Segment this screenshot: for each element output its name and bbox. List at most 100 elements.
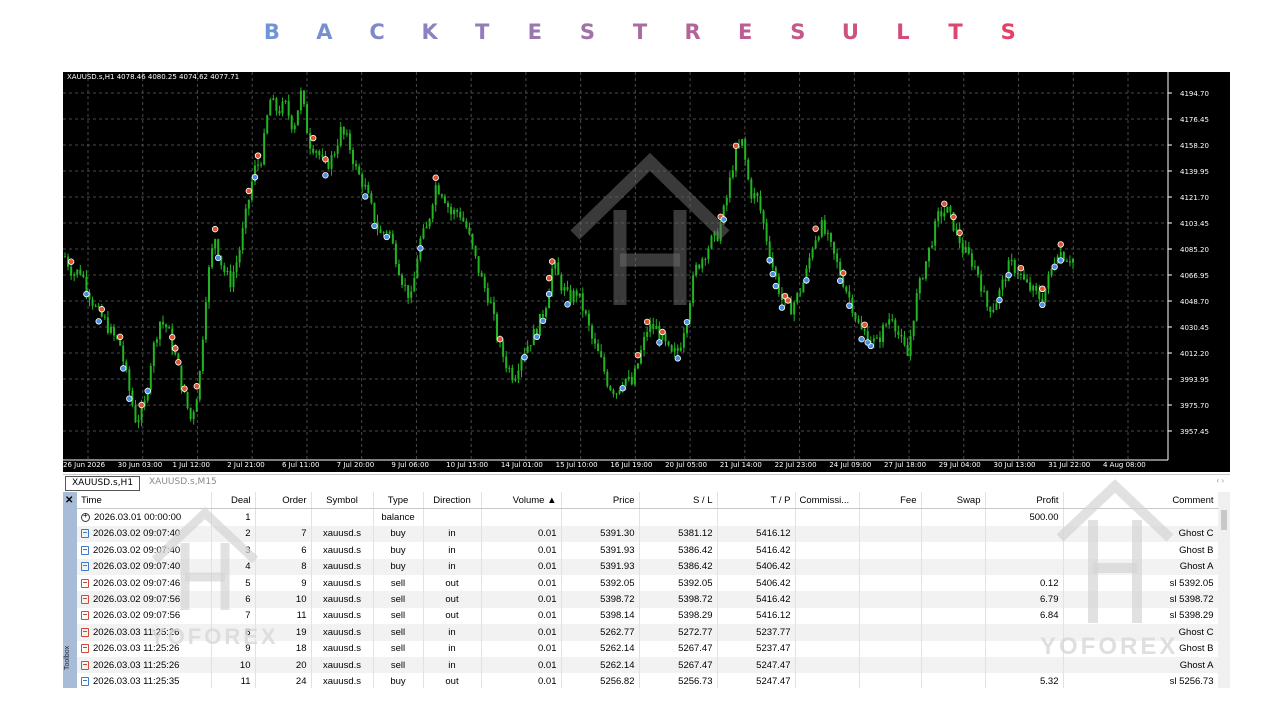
cell-tp: 5416.12 [717,607,796,625]
table-row[interactable]: 2026.03.03 11:25:26 10 20 xauusd.s sell in 0.0… [77,656,1219,674]
cell-fee [859,558,922,575]
candle-body [572,290,575,303]
column-header[interactable]: Time [77,492,212,510]
buy-marker [521,353,528,361]
table-header-row: Time Deal Order Symbol Type Direction Volume ▲… [77,492,1219,510]
cell-commission [795,558,860,575]
table-row[interactable]: 2026.03.02 09:07:40 4 8 xauusd.s buy in 0.01 53… [77,558,1219,575]
sell-marker [1057,241,1064,248]
cell-tp: 5406.42 [717,574,796,592]
candle-body [676,348,679,351]
table-row[interactable]: 2026.03.02 09:07:46 5 9 xauusd.s sell out 0.01… [77,574,1219,592]
sell-marker [116,333,124,341]
cell-order: 8 [255,558,312,575]
sell-marker [840,269,847,277]
cell-fee [859,673,922,688]
column-header[interactable]: Commissi... [795,492,860,510]
cell-price: 5391.30 [561,525,640,543]
candle-body [636,363,639,369]
cell-symbol: xauusd.s [311,525,374,543]
candle-body [428,218,431,227]
cell-comment [1063,508,1219,526]
sell-marker [941,200,948,207]
sell-marker [181,385,188,392]
candle-body [701,258,704,269]
price-axis-label: 4066.95 [1180,272,1209,280]
table-row[interactable]: 2026.03.02 09:07:40 3 6 xauusd.s buy in 0.01 53… [77,542,1219,559]
column-header[interactable]: Direction [423,492,482,510]
cell-type: buy [373,525,424,543]
table-row[interactable]: 2026.03.03 11:25:35 11 24 xauusd.s buy out 0.0… [77,673,1219,688]
column-header[interactable]: S / L [639,492,718,510]
candle-body [416,259,419,279]
column-header[interactable]: Comment [1063,492,1219,510]
cell-swap [921,508,986,526]
column-header[interactable]: Symbol [311,492,374,510]
scrollbar-thumb[interactable] [1221,510,1227,530]
candle-body [630,376,633,385]
price-axis-label: 3975.70 [1180,402,1209,410]
candle-body [970,253,973,267]
cell-sl: 5398.72 [639,591,718,608]
table-row[interactable]: 2026.03.03 11:25:26 8 19 xauusd.s sell in 0.01… [77,624,1219,641]
table-row[interactable]: 2026.03.01 00:00:001 balance 500.00 [77,508,1219,526]
candle-body [664,333,667,342]
candle-body [315,151,318,153]
candle-body [1010,260,1013,262]
buy-marker [144,387,151,395]
candle-body [811,248,814,258]
candle-body [468,227,471,235]
cell-profit: 0.12 [985,574,1064,592]
candle-body [906,344,909,356]
chart-canvas[interactable]: 4194.70 4176.45 4158.20 4139.95 4121.70 4103.… [63,72,1230,472]
price-chart[interactable]: 4194.70 4176.45 4158.20 4139.95 4121.70 4103.… [63,72,1230,472]
tab-xauusd-h1[interactable]: XAUUSD.s,H1 [65,476,141,491]
candle-body [826,233,829,235]
candle-body [382,232,385,234]
cell-symbol: xauusd.s [311,607,374,625]
column-header[interactable]: Type [373,492,424,510]
table-row[interactable]: 2026.03.02 09:07:56 6 10 xauusd.s sell out 0.0… [77,591,1219,608]
candle-body [529,345,532,347]
cell-sl: 5267.47 [639,656,718,674]
candle-body [882,325,885,343]
column-header[interactable]: Profit [985,492,1064,510]
candle-body [940,211,943,217]
column-header[interactable]: T / P [717,492,796,510]
cell-deal: 6 [211,591,256,608]
column-header[interactable]: Swap [921,492,986,510]
vertical-scrollbar[interactable] [1218,492,1230,688]
price-axis-label: 4103.45 [1180,220,1209,228]
candle-body [208,267,210,303]
page-title-banner: BACKTESTRESULTS [0,20,1280,48]
banner-letter: U [841,20,859,44]
cell-direction: in [423,525,482,543]
table-row[interactable]: 2026.03.03 11:25:26 9 18 xauusd.s sell in 0.01… [77,640,1219,657]
close-icon[interactable]: ✕ [65,495,73,506]
sell-marker [812,225,819,232]
column-header[interactable]: Order [255,492,312,510]
buy-marker [120,365,127,372]
table-row[interactable]: 2026.03.02 09:07:40 2 7 xauusd.s buy in 0.01 53… [77,525,1219,543]
column-header[interactable]: Deal [211,492,256,510]
column-header[interactable]: Fee [859,492,922,510]
candle-body [928,247,930,262]
candle-body [566,287,569,290]
column-header[interactable]: Price [561,492,640,510]
column-header[interactable]: Volume ▲ [481,492,562,510]
candle-body [584,310,587,314]
table-row[interactable]: 2026.03.02 09:07:56 7 11 xauusd.s sell out 0.0… [77,607,1219,625]
candle-body [158,321,161,340]
candle-body [587,313,590,326]
tab-scroll-arrows[interactable]: ‹ › [1216,476,1224,485]
cell-price: 5256.82 [561,673,640,688]
candle-body [995,303,998,310]
cell-sl: 5381.12 [639,525,718,543]
sell-marker [175,359,182,366]
buy-marker [858,335,865,343]
tab-xauusd-m15[interactable]: XAUUSD.s,M15 [143,476,223,489]
candle-body [545,308,548,317]
candle-body [162,321,165,325]
cell-profit [985,640,1064,657]
candle-body [352,149,354,165]
